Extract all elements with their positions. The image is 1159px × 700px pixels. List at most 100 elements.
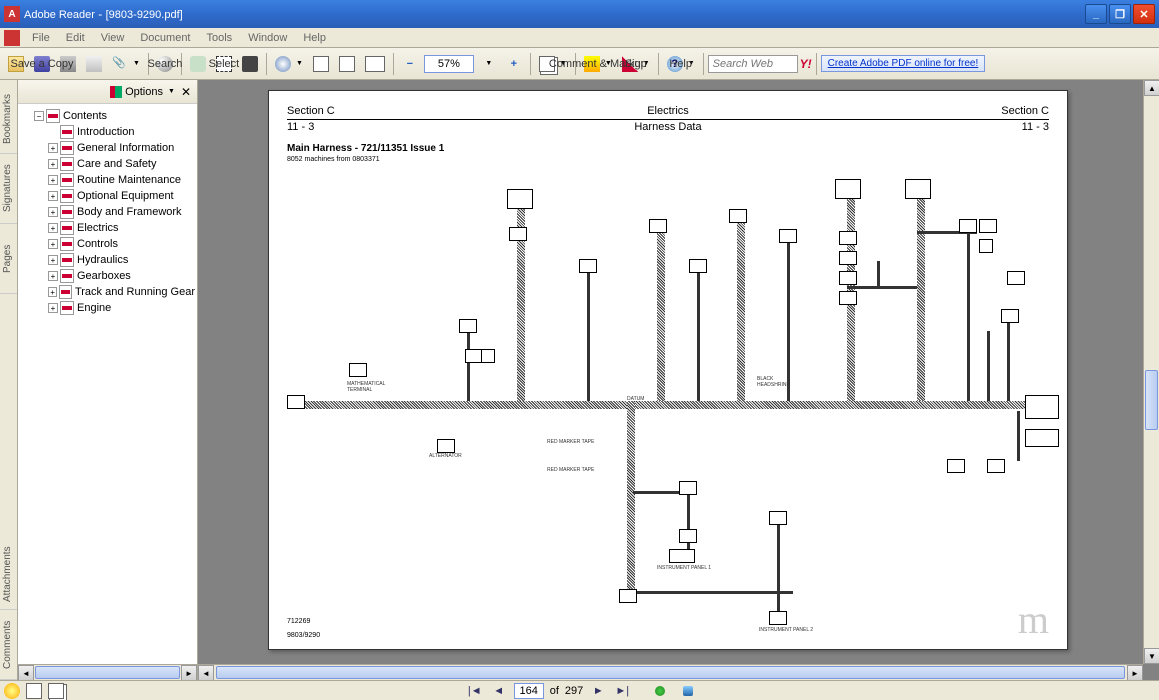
scroll-right-icon[interactable]: ►: [1127, 665, 1143, 680]
bookmark-item[interactable]: +Track and Running Gear: [20, 284, 195, 300]
bookmark-item[interactable]: +Electrics: [20, 220, 195, 236]
scrollbar-vertical[interactable]: ▲ ▼: [1143, 80, 1159, 664]
bookmark-label: General Information: [77, 142, 174, 154]
bookmark-label: Introduction: [77, 126, 134, 138]
menu-view[interactable]: View: [93, 30, 133, 46]
bookmark-item[interactable]: Introduction: [20, 124, 195, 140]
last-page-button[interactable]: ►|: [613, 683, 631, 699]
bookmarks-options-button[interactable]: Options▼: [110, 86, 175, 98]
hand-tool-button[interactable]: [186, 52, 210, 76]
bookmark-item[interactable]: +Body and Framework: [20, 204, 195, 220]
menu-help[interactable]: Help: [295, 30, 334, 46]
zoom-out-button[interactable]: −: [398, 52, 422, 76]
scrollbar-horizontal[interactable]: ◄ ►: [198, 664, 1143, 680]
bookmarks-scrollbar-h[interactable]: ◄ ►: [18, 664, 197, 680]
pdf-icon: [60, 173, 74, 187]
fit-width-icon: [365, 56, 385, 72]
tab-signatures[interactable]: Signatures: [0, 154, 17, 224]
prev-page-button[interactable]: ◄: [490, 683, 508, 699]
search-web-input[interactable]: [708, 55, 798, 73]
scroll-left-icon[interactable]: ◄: [198, 665, 214, 680]
close-button[interactable]: ✕: [1133, 4, 1155, 24]
fit-width-button[interactable]: [361, 52, 389, 76]
actual-size-button[interactable]: [309, 52, 333, 76]
pdf-icon: [60, 253, 74, 267]
options-icon: [110, 86, 122, 98]
fit-page-icon: [339, 56, 355, 72]
continuous-page-icon[interactable]: [48, 683, 64, 699]
pdf-icon: [59, 285, 72, 299]
help-button[interactable]: ?Help▼: [663, 52, 699, 76]
window-title: Adobe Reader - [9803-9290.pdf]: [24, 7, 1085, 21]
bookmark-item[interactable]: +General Information: [20, 140, 195, 156]
header-pageno-right: 11 - 3: [1022, 121, 1049, 133]
comment-markup-button[interactable]: Comment & Markup▼: [580, 52, 616, 76]
title-bar: A Adobe Reader - [9803-9290.pdf] _ ❐ ✕: [0, 0, 1159, 28]
maximize-button[interactable]: ❐: [1109, 4, 1131, 24]
bookmark-label: Gearboxes: [77, 270, 131, 282]
zoom-input[interactable]: [424, 55, 474, 73]
scroll-thumb-v[interactable]: [1145, 370, 1158, 430]
bookmark-item[interactable]: +Routine Maintenance: [20, 172, 195, 188]
bookmark-item[interactable]: +Hydraulics: [20, 252, 195, 268]
bookmarks-panel: Options▼ ✕ −Contents Introduction +Genera…: [18, 80, 198, 680]
bookmark-label: Track and Running Gear: [75, 286, 195, 298]
pdf-icon: [60, 237, 74, 251]
search-button[interactable]: Search: [153, 52, 177, 76]
menu-tools[interactable]: Tools: [199, 30, 241, 46]
pdf-page: Section C Electrics Section C 11 - 3 Har…: [268, 90, 1068, 650]
tab-comments[interactable]: Comments: [0, 610, 17, 680]
document-menu-icon: [4, 30, 20, 46]
forward-view-button[interactable]: [683, 686, 693, 696]
pdf-icon: [60, 301, 74, 315]
current-page-input[interactable]: [514, 683, 544, 699]
bookmark-item[interactable]: +Care and Safety: [20, 156, 195, 172]
page-navigation: |◄ ◄ of 297 ► ►|: [466, 683, 694, 699]
attach-button[interactable]: 📎▼: [108, 52, 144, 76]
watermark: m: [1018, 596, 1049, 643]
snapshot-tool-button[interactable]: [238, 52, 262, 76]
bookmark-label: Engine: [77, 302, 111, 314]
next-page-button[interactable]: ►: [589, 683, 607, 699]
single-page-icon[interactable]: [26, 683, 42, 699]
pdf-icon: [60, 157, 74, 171]
zoom-icon: [275, 56, 291, 72]
save-copy-button[interactable]: Save a Copy: [30, 52, 54, 76]
menu-edit[interactable]: Edit: [58, 30, 93, 46]
zoom-in-tool-button[interactable]: ▼: [271, 52, 307, 76]
create-pdf-link[interactable]: Create Adobe PDF online for free!: [821, 55, 986, 72]
status-icon-1[interactable]: [4, 683, 20, 699]
fit-page-button[interactable]: [335, 52, 359, 76]
status-bar: |◄ ◄ of 297 ► ►|: [0, 680, 1159, 700]
bookmark-label: Optional Equipment: [77, 190, 174, 202]
toolbar: Save a Copy 📎▼ Search Select ▼ − ▼ + ▼ C…: [0, 48, 1159, 80]
bookmark-root[interactable]: −Contents: [20, 108, 195, 124]
tab-pages[interactable]: Pages: [0, 224, 17, 294]
scroll-up-icon[interactable]: ▲: [1144, 80, 1159, 96]
close-panel-button[interactable]: ✕: [181, 85, 191, 99]
mail-icon: [86, 56, 102, 72]
first-page-button[interactable]: |◄: [466, 683, 484, 699]
email-button[interactable]: [82, 52, 106, 76]
tab-attachments[interactable]: Attachments: [0, 540, 17, 610]
menu-document[interactable]: Document: [132, 30, 198, 46]
scroll-thumb-h[interactable]: [216, 666, 1125, 679]
bookmark-item[interactable]: +Engine: [20, 300, 195, 316]
bookmark-item[interactable]: +Controls: [20, 236, 195, 252]
minimize-button[interactable]: _: [1085, 4, 1107, 24]
yahoo-icon[interactable]: Y!: [800, 57, 812, 71]
bookmark-item[interactable]: +Gearboxes: [20, 268, 195, 284]
menu-file[interactable]: File: [24, 30, 58, 46]
scroll-down-icon[interactable]: ▼: [1144, 648, 1159, 664]
zoom-in-button[interactable]: +: [502, 52, 526, 76]
menu-window[interactable]: Window: [240, 30, 295, 46]
select-tool-button[interactable]: Select: [212, 52, 236, 76]
back-view-button[interactable]: [655, 686, 665, 696]
zoom-dropdown[interactable]: ▼: [476, 52, 500, 76]
page-footer-doc: 9803/9290: [287, 632, 320, 639]
bookmark-item[interactable]: +Optional Equipment: [20, 188, 195, 204]
bookmark-label: Hydraulics: [77, 254, 128, 266]
bookmark-label: Electrics: [77, 222, 119, 234]
pdf-icon: [60, 125, 74, 139]
tab-bookmarks[interactable]: Bookmarks: [0, 84, 17, 154]
